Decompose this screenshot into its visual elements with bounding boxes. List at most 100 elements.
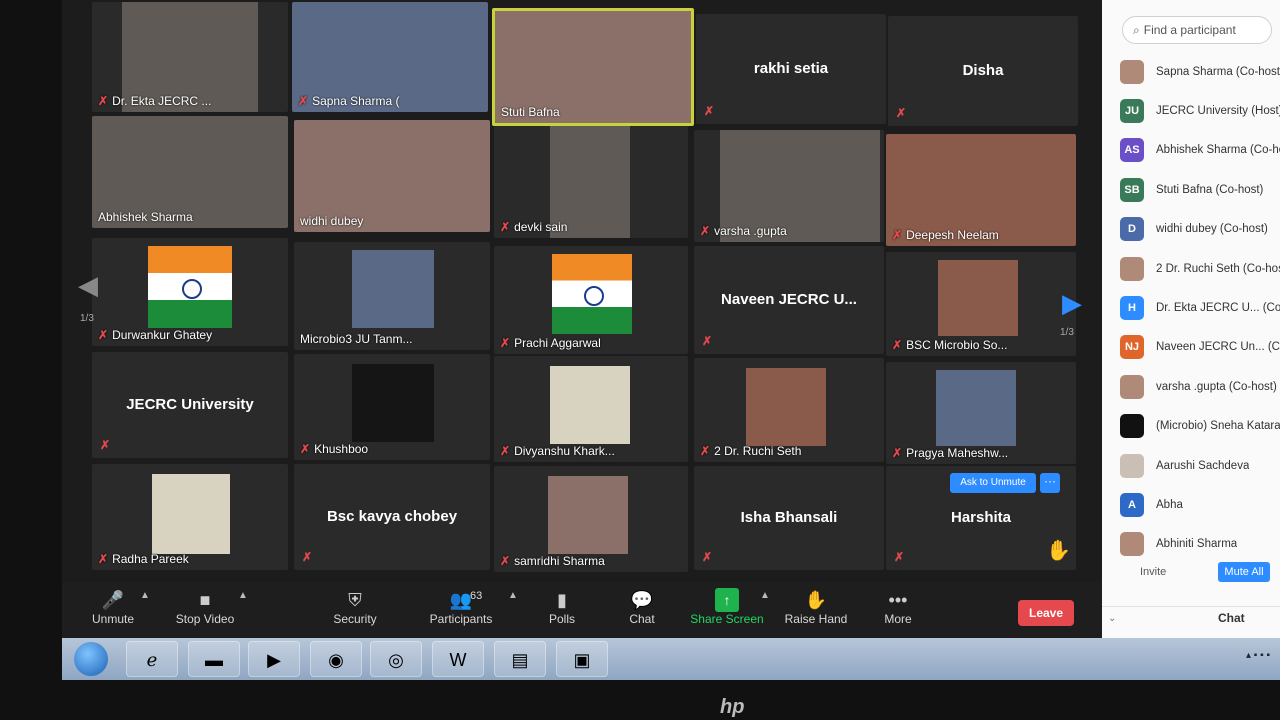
avatar: [1120, 59, 1144, 84]
participant-name: Abhiniti Sharma: [1156, 538, 1238, 551]
video-tile[interactable]: Disha ✗: [888, 16, 1078, 126]
mic-muted-icon: ✗: [894, 550, 905, 564]
search-icon: ⌕: [1133, 23, 1140, 37]
ask-to-unmute-button[interactable]: Ask to Unmute: [950, 473, 1036, 493]
video-feed: [352, 364, 434, 442]
polls-button[interactable]: ▮ Polls: [542, 588, 582, 626]
invite-button[interactable]: Invite: [1140, 566, 1166, 578]
video-tile[interactable]: widhi dubey: [294, 120, 490, 232]
participant-name: 2 Dr. Ruchi Seth (Co-host): [1156, 262, 1280, 275]
video-tile[interactable]: ✗ Pragya Maheshw...: [886, 362, 1076, 464]
participant-list-item[interactable]: varsha .gupta (Co-host): [1120, 367, 1280, 406]
video-tile[interactable]: ✗ Sapna Sharma (: [292, 2, 488, 112]
avatar: [1120, 256, 1144, 281]
stop-video-button[interactable]: ■ Stop Video: [172, 588, 238, 626]
raise-hand-button[interactable]: ✋ Raise Hand: [784, 588, 848, 626]
video-tile[interactable]: ✗ Durwankur Ghatey: [92, 238, 288, 346]
mute-all-button[interactable]: Mute All: [1218, 562, 1270, 582]
video-tile[interactable]: Naveen JECRC U... ✗: [694, 246, 884, 354]
participant-name: ✗ BSC Microbio So...: [892, 338, 1008, 352]
video-tile[interactable]: Abhishek Sharma: [92, 116, 288, 228]
start-button[interactable]: [74, 642, 108, 676]
system-tray-icons[interactable]: ▴ ▪ ▪ ▪: [1246, 650, 1270, 661]
participants-button[interactable]: 👥 63 Participants: [426, 588, 496, 626]
avatar: H: [1120, 296, 1144, 321]
video-tile[interactable]: rakhi setia ✗: [696, 14, 886, 124]
participant-list-item[interactable]: Sapna Sharma (Co-host): [1120, 52, 1280, 91]
video-tile[interactable]: Microbio3 JU Tanm...: [294, 242, 490, 350]
internet-explorer-icon[interactable]: ℯ: [126, 641, 178, 677]
leave-button[interactable]: Leave: [1018, 600, 1074, 626]
video-tile[interactable]: ✗ Deepesh Neelam: [886, 134, 1076, 246]
video-tile[interactable]: ✗ devki sain: [494, 126, 688, 238]
participant-list-item[interactable]: (Microbio) Sneha Katara: [1120, 407, 1280, 446]
participant-name: ✗ varsha .gupta: [700, 224, 787, 238]
chevron-down-icon[interactable]: ⌄: [1108, 613, 1116, 624]
video-tile[interactable]: ✗ Divyanshu Khark...: [494, 356, 688, 462]
chat-label: Chat: [629, 612, 655, 626]
participant-name: Abhishek Sharma (Co-host): [1156, 144, 1280, 157]
participant-list-item[interactable]: AS Abhishek Sharma (Co-host): [1120, 131, 1280, 170]
video-tile[interactable]: ✗ BSC Microbio So...: [886, 252, 1076, 356]
video-tile[interactable]: Isha Bhansali ✗: [694, 466, 884, 570]
participant-name: ✗ Divyanshu Khark...: [500, 444, 615, 458]
participant-name: ✗ Pragya Maheshw...: [892, 446, 1009, 460]
participant-list-item[interactable]: Abhiniti Sharma: [1120, 525, 1280, 564]
file-explorer-icon[interactable]: ▬: [188, 641, 240, 677]
participant-search-input[interactable]: ⌕ Find a participant: [1122, 16, 1272, 44]
audio-options-caret-icon[interactable]: ▲: [140, 590, 150, 601]
tile-more-button[interactable]: ···: [1040, 473, 1060, 493]
video-tile[interactable]: ✗ 2 Dr. Ruchi Seth: [694, 358, 884, 462]
participant-list-item[interactable]: A Abha: [1120, 485, 1280, 524]
participants-count: 63: [470, 590, 483, 602]
participant-list-item[interactable]: NJ Naveen JECRC Un... (Co-host): [1120, 328, 1280, 367]
security-button[interactable]: ⛨ Security: [330, 588, 380, 626]
video-tile[interactable]: ✗ Khushboo: [294, 354, 490, 460]
video-tile[interactable]: ✗ Radha Pareek: [92, 464, 288, 570]
unmute-button[interactable]: 🎤 Unmute: [88, 588, 138, 626]
participant-list-item[interactable]: Aarushi Sachdeva: [1120, 446, 1280, 485]
participants-options-caret-icon[interactable]: ▲: [508, 590, 518, 601]
participant-list-item[interactable]: JU JECRC University (Host): [1120, 91, 1280, 130]
avatar: AS: [1120, 138, 1144, 163]
participant-list-item[interactable]: Dwidhi dubey (Co-host): [1120, 210, 1280, 249]
video-tile[interactable]: Bsc kavya chobey ✗: [294, 464, 490, 570]
shield-icon: ⛨: [348, 590, 362, 610]
previous-page-arrow-icon[interactable]: ◀: [78, 270, 98, 301]
word-icon[interactable]: W: [432, 641, 484, 677]
participant-list-item[interactable]: SB Stuti Bafna (Co-host): [1120, 170, 1280, 209]
media-player-icon[interactable]: ▶: [248, 641, 300, 677]
share-screen-button[interactable]: ↑ Share Screen: [690, 588, 764, 626]
gallery-view: ✗ Dr. Ekta JECRC ... ✗ Sapna Sharma ( Stut…: [62, 0, 1102, 582]
chat-section[interactable]: ⌄ Chat: [1102, 606, 1280, 638]
mic-muted-icon: ✗: [500, 444, 511, 458]
share-options-caret-icon[interactable]: ▲: [760, 590, 770, 601]
participant-name: varsha .gupta (Co-host): [1156, 380, 1277, 393]
zoom-app-icon[interactable]: ▣: [556, 641, 608, 677]
more-button[interactable]: ••• More: [880, 588, 916, 626]
unmute-label: Unmute: [91, 612, 135, 626]
firefox-icon[interactable]: ◉: [310, 641, 362, 677]
video-tile[interactable]: ✗ Dr. Ekta JECRC ...: [92, 2, 288, 112]
active-speaker-tile[interactable]: Stuti Bafna: [492, 8, 694, 126]
video-tile[interactable]: JECRC University ✗: [92, 352, 288, 458]
mic-muted-icon: ✗: [98, 94, 109, 108]
next-page-arrow-icon[interactable]: ▶: [1062, 288, 1082, 319]
participant-name: Dr. Ekta JECRC U... (Co-host): [1156, 302, 1280, 315]
page-indicator-left: 1/3: [80, 313, 94, 324]
chat-button[interactable]: 💬 Chat: [622, 588, 662, 626]
participant-list-item[interactable]: 2 Dr. Ruchi Seth (Co-host): [1120, 249, 1280, 288]
participant-name: ✗ samridhi Sharma: [500, 554, 605, 568]
video-feed: [746, 368, 826, 446]
more-dots-icon: •••: [888, 590, 908, 610]
video-tile[interactable]: ✗ samridhi Sharma: [494, 466, 688, 572]
video-tile[interactable]: ✗ Prachi Aggarwal: [494, 246, 688, 354]
participant-name: ✗ Sapna Sharma (: [298, 94, 400, 108]
participant-list-item[interactable]: H Dr. Ekta JECRC U... (Co-host): [1120, 288, 1280, 327]
video-tile[interactable]: ✗ varsha .gupta: [694, 130, 884, 242]
image-viewer-icon[interactable]: ▤: [494, 641, 546, 677]
video-options-caret-icon[interactable]: ▲: [238, 590, 248, 601]
video-feed: [552, 254, 632, 334]
chrome-icon[interactable]: ◎: [370, 641, 422, 677]
participant-name: Sapna Sharma (Co-host): [1156, 65, 1280, 78]
